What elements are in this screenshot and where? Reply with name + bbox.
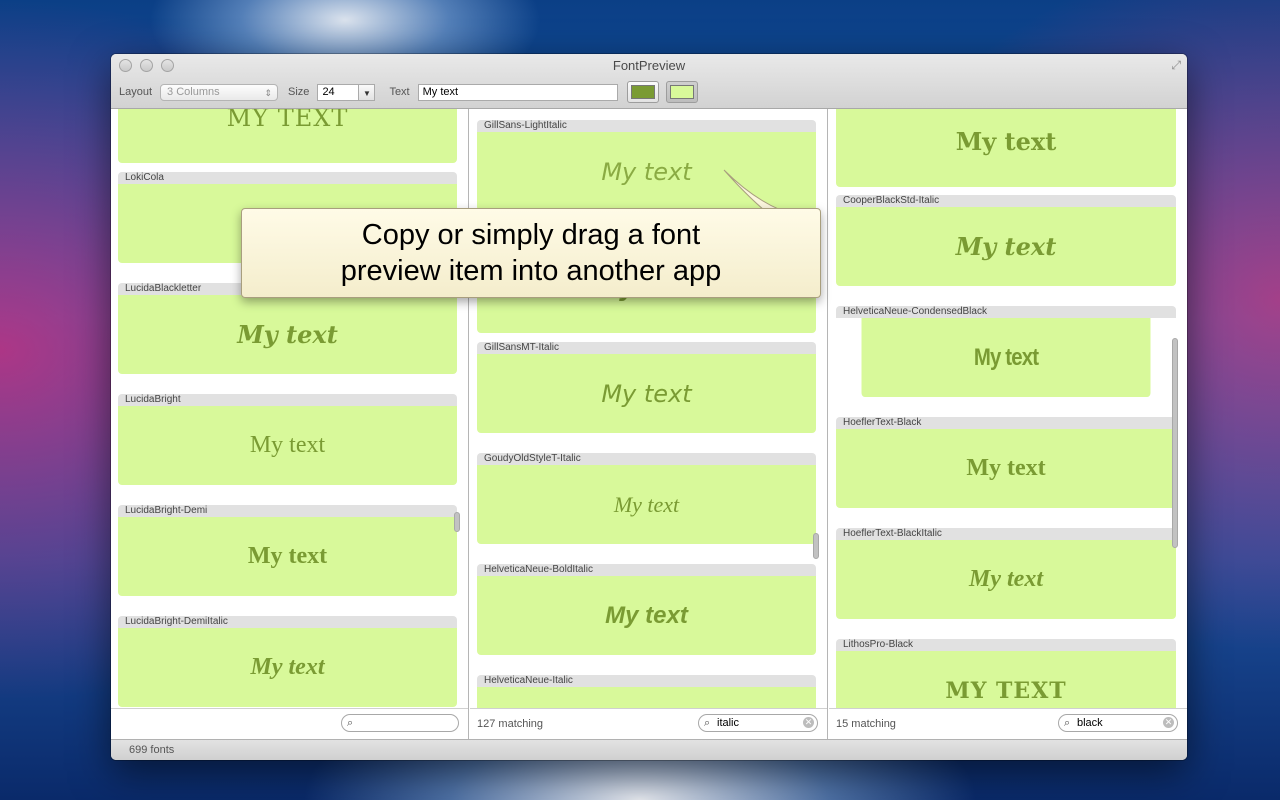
size-dropdown-button[interactable]: ▼ [359,83,376,101]
foreground-color-swatch [630,85,655,99]
font-name: GillSansMT-Italic [477,342,816,354]
column-1: MY TEXT LokiCola LucidaBlackletter My te… [111,109,468,739]
font-preview-item[interactable]: My text [836,109,1176,187]
clear-search-icon[interactable]: ✕ [1163,717,1174,728]
scrollbar-thumb[interactable] [454,512,460,532]
search-field[interactable]: ⌕ italic ✕ [698,714,818,732]
font-preview-sample: MY TEXT [118,109,457,163]
search-field[interactable]: ⌕ [341,714,459,732]
font-preview-sample: My text [861,318,1151,397]
fontpreview-window: FontPreview ⤢ Layout 3 Columns ⇕ Size 24… [111,54,1187,760]
font-preview-sample [477,687,816,709]
font-name: LucidaBright [118,394,457,406]
column-footer: ⌕ [111,708,468,739]
callout-text: Copy or simply drag a font preview item … [340,219,722,287]
tip-callout: Copy or simply drag a font preview item … [241,208,821,298]
font-name: HelveticaNeue-BoldItalic [477,564,816,576]
font-preview-sample: My text [477,354,816,433]
search-field[interactable]: ⌕ black ✕ [1058,714,1178,732]
font-preview-item[interactable]: HoeflerText-BlackItalic My text [836,528,1176,619]
search-query: italic [717,717,740,729]
font-preview-item[interactable]: LithosPro-Black MY TEXT [836,639,1176,709]
columns-area: MY TEXT LokiCola LucidaBlackletter My te… [111,109,1187,739]
font-name: CooperBlackStd-Italic [836,195,1176,207]
font-preview-item[interactable]: LucidaBright My text [118,394,457,485]
font-list[interactable]: My text CooperBlackStd-Italic My text He… [829,109,1187,709]
font-preview-sample: My text [477,465,816,544]
title-bar: FontPreview ⤢ Layout 3 Columns ⇕ Size 24… [111,54,1187,109]
clear-search-icon[interactable]: ✕ [803,717,814,728]
font-list[interactable]: MY TEXT LokiCola LucidaBlackletter My te… [111,109,468,709]
font-name: HoeflerText-Black [836,417,1176,429]
match-count: 127 matching [477,718,544,730]
window-title: FontPreview [612,58,686,73]
background-color-well[interactable] [665,81,698,103]
updown-arrows-icon: ⇕ [264,87,273,98]
font-preview-sample: My text [836,540,1176,619]
layout-select[interactable]: 3 Columns ⇕ [160,83,279,101]
font-name: LithosPro-Black [836,639,1176,651]
fullscreen-icon[interactable]: ⤢ [1171,58,1181,73]
background-color-swatch [669,85,694,99]
match-count: 15 matching [836,718,896,730]
font-preview-sample: MY TEXT [836,651,1176,709]
size-combo: 24 ▼ [317,83,376,101]
font-preview-item[interactable]: CooperBlackStd-Italic My text [836,195,1176,286]
preview-text-input[interactable]: My text [417,83,618,101]
layout-select-value: 3 Columns [167,86,220,98]
font-name: GillSans-LightItalic [477,120,816,132]
search-icon: ⌕ [1064,717,1071,729]
font-preview-sample: My text [836,207,1176,286]
font-name: LucidaBright-Demi [118,505,457,517]
font-name: LucidaBright-DemiItalic [118,616,457,628]
text-label: Text [389,86,410,98]
font-preview-item[interactable]: GoudyOldStyleT-Italic My text [477,453,816,544]
font-preview-item[interactable]: HoeflerText-Black My text [836,417,1176,508]
font-preview-item[interactable]: GillSansMT-Italic My text [477,342,816,433]
font-name: HelveticaNeue-CondensedBlack [836,306,1176,318]
font-preview-item[interactable]: LucidaBright-Demi My text [118,505,457,596]
font-preview-sample: My text [118,517,457,596]
font-count: 699 fonts [129,744,175,756]
column-footer: 127 matching ⌕ italic ✕ [470,708,827,739]
font-preview-sample: My text [477,576,816,655]
font-preview-sample: My text [118,295,457,374]
column-3: My text CooperBlackStd-Italic My text He… [829,109,1187,739]
search-query: black [1077,717,1103,729]
font-preview-item[interactable]: LucidaBright-DemiItalic My text [118,616,457,707]
column-footer: 15 matching ⌕ black ✕ [829,708,1187,739]
font-name: HoeflerText-BlackItalic [836,528,1176,540]
font-preview-sample: My text [836,109,1176,187]
font-name: LokiCola [118,172,457,184]
toolbar: Layout 3 Columns ⇕ Size 24 ▼ Text My tex… [119,80,1179,104]
scrollbar-thumb[interactable] [1172,338,1178,548]
size-input[interactable]: 24 [317,83,360,101]
foreground-color-well[interactable] [626,81,659,103]
font-name: HelveticaNeue-Italic [477,675,816,687]
layout-label: Layout [119,86,153,98]
column-divider[interactable] [468,109,469,739]
search-icon: ⌕ [347,717,354,729]
font-preview-item[interactable]: HelveticaNeue-BoldItalic My text [477,564,816,655]
search-icon: ⌕ [704,717,711,729]
font-preview-item[interactable]: HelveticaNeue-Italic [477,675,816,709]
size-label: Size [288,86,310,98]
column-divider[interactable] [827,109,828,739]
scrollbar-thumb[interactable] [813,533,819,559]
font-preview-sample: My text [118,406,457,485]
font-preview-item[interactable]: HelveticaNeue-CondensedBlack My text [836,306,1176,397]
font-preview-item[interactable]: MY TEXT [118,109,457,163]
font-preview-sample: My text [118,628,457,707]
status-bar: 699 fonts [111,739,1187,760]
font-name: GoudyOldStyleT-Italic [477,453,816,465]
font-preview-sample: My text [836,429,1176,508]
chevron-down-icon: ▼ [362,88,371,98]
